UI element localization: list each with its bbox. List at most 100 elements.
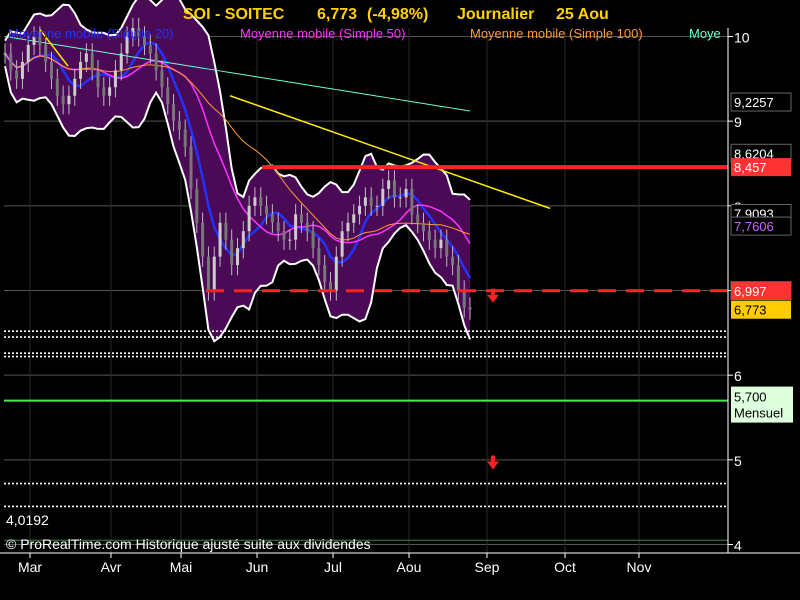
candle-body: [166, 87, 170, 105]
candle-body: [236, 248, 239, 266]
candle-body: [422, 222, 425, 232]
candle-body: [270, 214, 274, 223]
candle-body: [108, 87, 112, 96]
title-last-price: 6,773: [317, 6, 357, 23]
x-tick-label: Nov: [627, 559, 652, 575]
candle-body: [148, 44, 152, 54]
candle-body: [329, 282, 332, 291]
legend-item: Moyenne mobile (Simple 100): [470, 26, 643, 41]
price-tag-label: 7,7606: [734, 219, 774, 234]
candle-body: [247, 205, 251, 232]
chart-header: SOI - SOITEC 6,773 (-4,98%) Journalier 2…: [8, 6, 721, 41]
candle-body: [206, 256, 210, 291]
candle-body: [265, 205, 269, 215]
monthly-support-value: 5,700: [734, 390, 767, 405]
candle-body: [50, 61, 53, 79]
candle-body: [259, 197, 263, 206]
candle-body: [96, 70, 100, 88]
candle-body: [218, 222, 222, 257]
price-tag-label: 8,457: [734, 160, 767, 175]
candle-body: [90, 53, 94, 71]
candle-body: [462, 290, 466, 308]
candle-body: [224, 222, 228, 240]
chart-canvas: 10987654MarAvrMaiJunJulAouSepOctNov 9,22…: [0, 0, 800, 575]
candle-body: [294, 214, 298, 240]
candle-body: [398, 197, 402, 199]
stock-chart: 10987654MarAvrMaiJunJulAouSepOctNov 9,22…: [0, 0, 800, 600]
candle-body: [113, 70, 117, 88]
x-tick-label: Mar: [18, 559, 42, 575]
candle-body: [416, 214, 420, 223]
candle-body: [305, 222, 309, 232]
x-tick-label: Oct: [554, 559, 576, 575]
title-period: Journalier: [457, 6, 534, 23]
candle-body: [346, 222, 350, 232]
candle-body: [404, 188, 408, 198]
x-tick-label: Jul: [324, 559, 342, 575]
candle-body: [67, 95, 71, 105]
down-arrow-stem: [491, 455, 495, 462]
y-tick-label: 6: [734, 368, 742, 384]
candle-body: [451, 256, 455, 266]
candle-body: [387, 180, 391, 189]
candle-body: [375, 205, 379, 207]
candle-body: [154, 53, 158, 71]
candle-body: [230, 239, 234, 266]
candle-body: [241, 231, 245, 249]
candle-body: [334, 256, 338, 291]
x-tick-label: Sep: [475, 559, 500, 575]
title-date: 25 Aou: [556, 6, 609, 23]
down-arrow-icon: [487, 461, 499, 470]
monthly-support-sublabel: Mensuel: [734, 406, 783, 421]
candle-body: [84, 53, 88, 62]
x-tick-label: Mai: [170, 559, 193, 575]
candle-body: [381, 188, 385, 206]
candle-body: [352, 214, 356, 223]
candle-body: [392, 180, 396, 198]
candle-body: [323, 265, 327, 283]
candle-body: [195, 188, 199, 223]
candle-body: [160, 70, 164, 88]
y-tick-label: 4: [734, 538, 742, 554]
candle-body: [299, 214, 303, 223]
legend-item: Moye: [689, 26, 721, 41]
title-change: (-4,98%): [367, 6, 428, 23]
candle-body: [358, 205, 362, 215]
candle-body: [468, 307, 472, 310]
candle-body: [282, 231, 286, 240]
price-tag-label: 9,2257: [734, 95, 774, 110]
y-tick-label: 9: [734, 114, 742, 130]
candle-body: [79, 61, 83, 79]
candle-body: [288, 239, 292, 241]
candle-body: [201, 222, 205, 257]
candle-body: [445, 239, 449, 257]
candle-body: [61, 95, 65, 105]
candle-body: [172, 104, 176, 122]
candle-body: [119, 53, 123, 71]
price-tag-label: 6,773: [734, 303, 767, 318]
candle-body: [433, 239, 437, 249]
y-tick-label: 10: [734, 29, 750, 45]
legend-item: Moyenne mobile (Simple 20): [8, 26, 173, 41]
candle-body: [102, 87, 106, 96]
down-arrow-stem: [491, 288, 495, 295]
candle-body: [15, 70, 19, 79]
x-tick-label: Jun: [246, 559, 269, 575]
candle-body: [20, 61, 24, 79]
candle-body: [369, 197, 373, 206]
candle-body: [276, 222, 280, 232]
candle-body: [410, 188, 414, 215]
candle-body: [317, 248, 321, 266]
candle-body: [26, 44, 30, 62]
candle-body: [73, 78, 77, 96]
candle-body: [183, 129, 187, 147]
candle-body: [363, 197, 367, 206]
y-tick-label: 5: [734, 453, 742, 469]
down-arrow-icon: [487, 294, 499, 303]
candle-body: [55, 78, 59, 96]
legend: Moyenne mobile (Simple 20) Moyenne mobile…: [8, 26, 721, 41]
legend-item: Moyenne mobile (Simple 50): [240, 26, 405, 41]
candle-body: [427, 231, 431, 240]
candle-body: [340, 231, 344, 257]
candle-body: [3, 53, 7, 55]
